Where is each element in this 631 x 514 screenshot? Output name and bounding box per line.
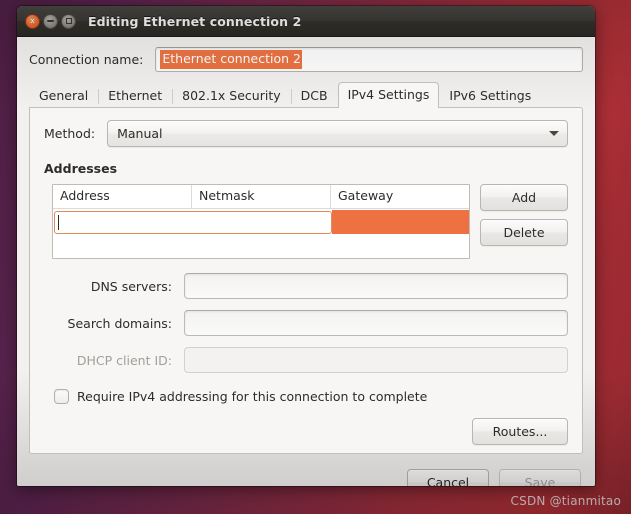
add-button[interactable]: Add — [480, 184, 568, 211]
delete-button[interactable]: Delete — [480, 219, 568, 246]
minimize-icon[interactable] — [43, 14, 58, 29]
dhcp-client-id-input — [184, 347, 568, 373]
search-domains-label: Search domains: — [52, 316, 184, 331]
dns-servers-input[interactable] — [184, 273, 568, 299]
tab-ethernet[interactable]: Ethernet — [98, 84, 172, 108]
dns-servers-row: DNS servers: — [52, 273, 568, 299]
column-header-gateway[interactable]: Gateway — [331, 185, 469, 209]
connection-name-value: Ethernet connection 2 — [160, 50, 302, 70]
window-body: Connection name: Ethernet connection 2 G… — [17, 37, 595, 454]
ipv4-settings-panel: Method: Manual Addresses Address Netmask… — [29, 107, 583, 454]
cancel-button[interactable]: Cancel — [407, 469, 489, 487]
chevron-down-icon — [549, 131, 559, 136]
method-selected-value: Manual — [117, 126, 549, 141]
require-ipv4-checkbox[interactable] — [54, 389, 69, 404]
require-ipv4-row[interactable]: Require IPv4 addressing for this connect… — [54, 389, 568, 404]
addresses-table-header: Address Netmask Gateway — [53, 185, 469, 209]
maximize-icon[interactable] — [61, 14, 76, 29]
require-ipv4-label: Require IPv4 addressing for this connect… — [77, 389, 427, 404]
tab-ipv4-settings[interactable]: IPv4 Settings — [338, 82, 440, 108]
settings-tabbar: General Ethernet 802.1x Security DCB IPv… — [29, 84, 583, 108]
method-row: Method: Manual — [44, 120, 568, 147]
tab-general[interactable]: General — [29, 84, 98, 108]
save-button: Save — [499, 469, 581, 487]
text-cursor-icon — [58, 215, 59, 230]
routes-row: Routes... — [44, 418, 568, 445]
minimize-glyph — [47, 20, 54, 22]
table-row[interactable] — [53, 209, 469, 236]
search-domains-row: Search domains: — [52, 310, 568, 336]
maximize-glyph — [66, 18, 72, 24]
dialog-action-bar: Cancel Save — [17, 454, 595, 486]
method-dropdown[interactable]: Manual — [107, 120, 568, 147]
address-cell-editor[interactable] — [54, 211, 332, 234]
tab-8021x-security[interactable]: 802.1x Security — [172, 84, 291, 108]
connection-name-label: Connection name: — [29, 52, 143, 67]
gateway-cell-selected[interactable] — [332, 210, 469, 234]
addresses-table[interactable]: Address Netmask Gateway — [52, 184, 470, 259]
dhcp-client-id-label: DHCP client ID: — [52, 353, 184, 368]
addresses-heading: Addresses — [44, 161, 568, 176]
addresses-table-empty-area — [53, 236, 469, 258]
dhcp-client-id-row: DHCP client ID: — [52, 347, 568, 373]
search-domains-input[interactable] — [184, 310, 568, 336]
column-header-address[interactable]: Address — [53, 185, 192, 209]
connection-name-input[interactable]: Ethernet connection 2 — [155, 47, 583, 72]
dns-servers-label: DNS servers: — [52, 279, 184, 294]
window-title: Editing Ethernet connection 2 — [88, 14, 301, 29]
routes-button[interactable]: Routes... — [472, 418, 568, 445]
tab-dcb[interactable]: DCB — [291, 84, 338, 108]
close-icon[interactable]: x — [25, 14, 40, 29]
window-titlebar[interactable]: x Editing Ethernet connection 2 — [17, 6, 595, 37]
close-glyph: x — [30, 17, 35, 25]
desktop-background: x Editing Ethernet connection 2 Connecti… — [0, 0, 631, 514]
column-header-netmask[interactable]: Netmask — [192, 185, 331, 209]
connection-editor-window: x Editing Ethernet connection 2 Connecti… — [17, 6, 595, 486]
addresses-buttons: Add Delete — [480, 184, 568, 246]
addresses-block: Address Netmask Gateway — [52, 184, 568, 259]
tab-ipv6-settings[interactable]: IPv6 Settings — [439, 84, 541, 108]
watermark-text: CSDN @tianmitao — [511, 494, 621, 508]
method-label: Method: — [44, 126, 95, 141]
connection-name-row: Connection name: Ethernet connection 2 — [29, 47, 583, 72]
